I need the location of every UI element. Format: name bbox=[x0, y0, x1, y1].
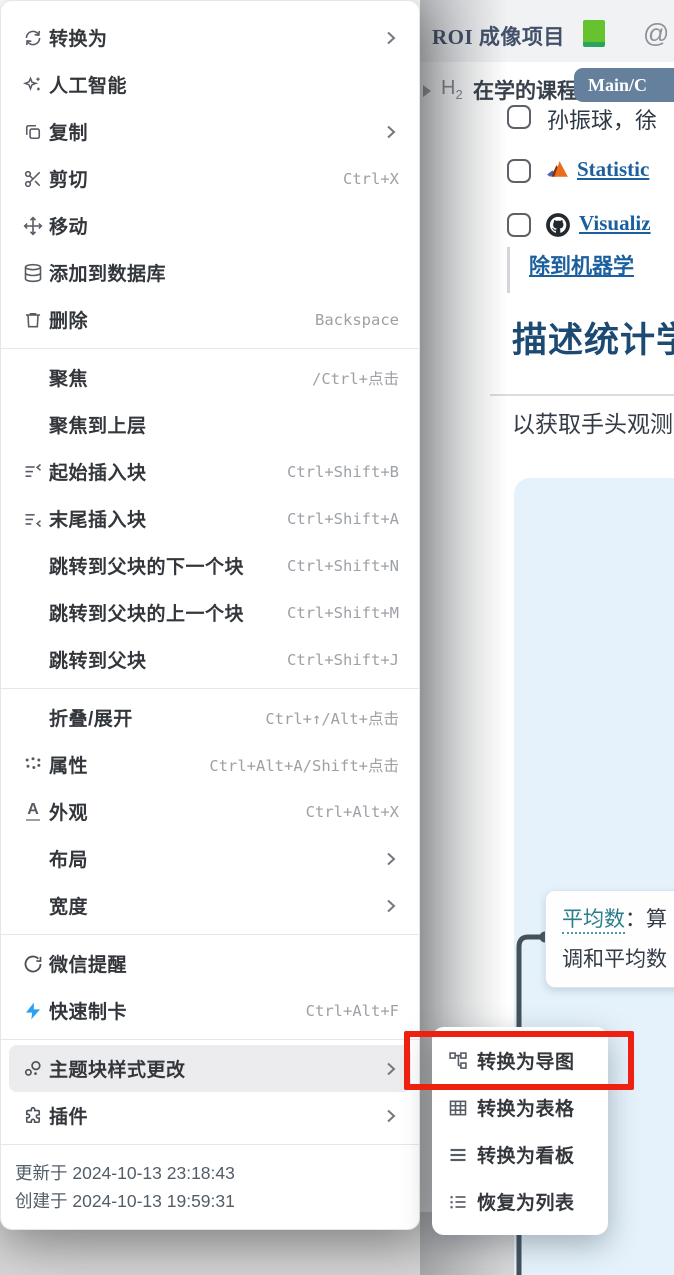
context-menu: 转换为 人工智能 复制 剪切 Ctrl+X 移动 添加到数据库 删除 Backs… bbox=[0, 0, 420, 1230]
menu-item-wechat-reminder[interactable]: 微信提醒 bbox=[1, 940, 419, 987]
heading-divider bbox=[490, 394, 674, 396]
tag-badge[interactable]: Main/C bbox=[574, 68, 674, 102]
copy-icon bbox=[23, 122, 43, 142]
section-heading: 在学的课程 bbox=[473, 79, 578, 103]
heading-level-tag: H2 bbox=[441, 77, 463, 102]
chevron-right-icon bbox=[381, 122, 399, 142]
menu-footer: 更新于 2024-10-13 23:18:43 创建于 2024-10-13 1… bbox=[1, 1150, 419, 1229]
menu-item-copy[interactable]: 复制 bbox=[1, 108, 419, 155]
task-text: 孙振球，徐 bbox=[547, 108, 658, 133]
chevron-right-icon bbox=[381, 1106, 399, 1126]
app-window: ROI 成像项目 @ H2 在学的课程 Main/C 孙振球，徐 Statist… bbox=[0, 0, 674, 1275]
menu-item-add-to-database[interactable]: 添加到数据库 bbox=[1, 249, 419, 296]
node-line2: 调和平均数 bbox=[562, 947, 667, 971]
menu-item-theme-block-style[interactable]: 主题块样式更改 bbox=[9, 1045, 411, 1092]
submenu-item-convert-to-kanban[interactable]: 转换为看板 bbox=[432, 1131, 608, 1178]
menu-divider bbox=[1, 1144, 419, 1145]
node-term[interactable]: 平均数 bbox=[562, 907, 625, 934]
annotation-red-box bbox=[404, 1031, 634, 1090]
menu-item-fold-unfold[interactable]: 折叠/展开 Ctrl+↑/Alt+点击 bbox=[1, 694, 419, 741]
database-icon bbox=[23, 263, 43, 283]
convert-icon bbox=[23, 28, 43, 48]
insert-end-icon bbox=[23, 509, 43, 529]
attributes-icon bbox=[23, 755, 43, 775]
matlab-icon bbox=[546, 159, 571, 187]
document-title: ROI 成像项目 bbox=[432, 25, 565, 49]
node-term-rest: ：算 bbox=[625, 907, 667, 931]
menu-item-width[interactable]: 宽度 bbox=[1, 882, 419, 929]
task-link[interactable]: 除到机器学 bbox=[529, 250, 634, 280]
created-timestamp: 创建于 2024-10-13 19:59:31 bbox=[15, 1191, 235, 1211]
wechat-reminder-icon bbox=[23, 954, 43, 974]
menu-item-move[interactable]: 移动 bbox=[1, 202, 419, 249]
menu-item-quick-card[interactable]: 快速制卡 Ctrl+Alt+F bbox=[1, 987, 419, 1034]
kanban-icon bbox=[448, 1145, 468, 1165]
menu-item-appearance[interactable]: A 外观 Ctrl+Alt+X bbox=[1, 788, 419, 835]
trash-icon bbox=[23, 310, 43, 330]
theme-style-icon bbox=[23, 1059, 43, 1079]
updated-timestamp: 更新于 2024-10-13 23:18:43 bbox=[15, 1163, 235, 1183]
chevron-right-icon bbox=[381, 28, 399, 48]
menu-item-cut[interactable]: 剪切 Ctrl+X bbox=[1, 155, 419, 202]
flash-icon bbox=[23, 1001, 43, 1021]
menu-item-jump-prev-sibling[interactable]: 跳转到父块的上一个块 Ctrl+Shift+M bbox=[1, 589, 419, 636]
scissors-icon bbox=[23, 169, 43, 189]
menu-item-insert-end[interactable]: 末尾插入块 Ctrl+Shift+A bbox=[1, 495, 419, 542]
menu-divider bbox=[1, 1039, 419, 1040]
menu-item-focus[interactable]: 聚焦 /Ctrl+点击 bbox=[1, 354, 419, 401]
task-link[interactable]: Statistic bbox=[577, 157, 649, 182]
menu-item-plugins[interactable]: 插件 bbox=[1, 1092, 419, 1139]
page-heading: 描述统计学 bbox=[512, 321, 674, 360]
menu-item-jump-parent[interactable]: 跳转到父块 Ctrl+Shift+J bbox=[1, 636, 419, 683]
menu-item-convert[interactable]: 转换为 bbox=[1, 14, 419, 61]
mindmap-node[interactable]: 平均数：算 调和平均数 bbox=[545, 890, 674, 988]
chevron-right-icon bbox=[381, 849, 399, 869]
mention-symbol: @ bbox=[643, 18, 670, 48]
github-icon bbox=[545, 212, 571, 243]
move-icon bbox=[23, 216, 43, 236]
task-checkbox[interactable] bbox=[507, 105, 531, 129]
chevron-right-icon bbox=[381, 896, 399, 916]
table-icon bbox=[448, 1098, 468, 1118]
task-checkbox[interactable] bbox=[507, 159, 531, 183]
menu-item-jump-next-sibling[interactable]: 跳转到父块的下一个块 Ctrl+Shift+N bbox=[1, 542, 419, 589]
menu-divider bbox=[1, 688, 419, 689]
menu-item-focus-parent[interactable]: 聚焦到上层 bbox=[1, 401, 419, 448]
menu-item-insert-start[interactable]: 起始插入块 Ctrl+Shift+B bbox=[1, 448, 419, 495]
chevron-right-icon bbox=[381, 1059, 399, 1079]
task-link[interactable]: Visualiz bbox=[579, 211, 651, 236]
menu-divider bbox=[1, 348, 419, 349]
menu-item-layout[interactable]: 布局 bbox=[1, 835, 419, 882]
collapse-caret-icon[interactable] bbox=[423, 85, 431, 97]
notebook-icon bbox=[583, 20, 605, 47]
sparkles-icon bbox=[23, 75, 43, 95]
submenu-item-restore-to-list[interactable]: 恢复为列表 bbox=[432, 1178, 608, 1225]
paragraph-text: 以获取手头观测 bbox=[512, 412, 673, 437]
appearance-icon: A bbox=[23, 802, 43, 822]
list-icon bbox=[448, 1192, 468, 1212]
insert-start-icon bbox=[23, 462, 43, 482]
puzzle-icon bbox=[23, 1106, 43, 1126]
menu-item-delete[interactable]: 删除 Backspace bbox=[1, 296, 419, 343]
task-checkbox[interactable] bbox=[507, 213, 531, 237]
menu-divider bbox=[1, 934, 419, 935]
block-indent-guide bbox=[507, 247, 510, 293]
menu-item-ai[interactable]: 人工智能 bbox=[1, 61, 419, 108]
submenu-item-convert-to-table[interactable]: 转换为表格 bbox=[432, 1084, 608, 1131]
menu-item-attributes[interactable]: 属性 Ctrl+Alt+A/Shift+点击 bbox=[1, 741, 419, 788]
